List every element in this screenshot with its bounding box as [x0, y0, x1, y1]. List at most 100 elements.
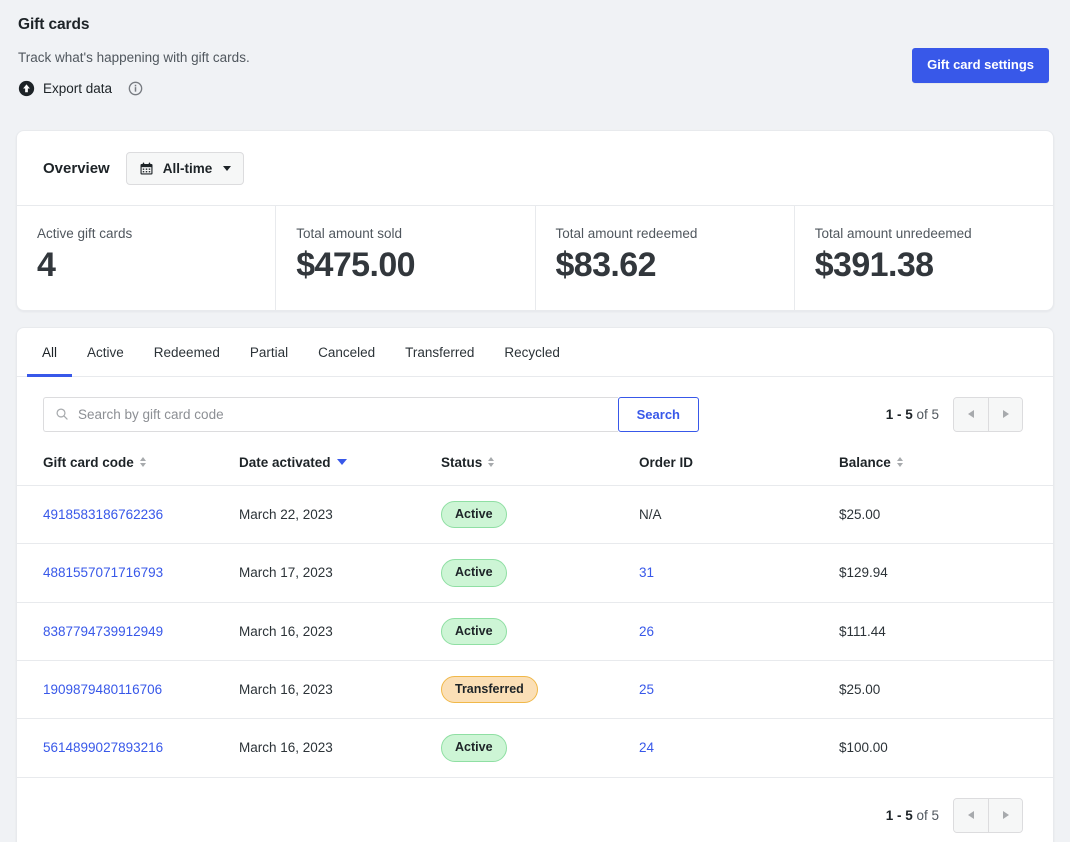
next-page-button[interactable]: [988, 798, 1022, 832]
chevron-left-icon: [968, 410, 974, 419]
cell-order-id: 26: [629, 602, 829, 661]
sort-gift-card-code[interactable]: Gift card code: [43, 455, 146, 470]
pagination-range: 1 - 5: [885, 406, 913, 422]
pagination-label: 1 - 5 of 5: [886, 808, 939, 823]
date-range-select[interactable]: All-time: [125, 152, 245, 185]
stat-value: $83.62: [555, 246, 657, 284]
cell-order-id: 25: [629, 660, 829, 720]
tab-active[interactable]: Active: [72, 329, 139, 377]
cell-balance: $129.94: [829, 543, 1053, 603]
next-page-button[interactable]: [988, 397, 1022, 431]
column-balance: Balance: [829, 448, 1053, 486]
sort-neutral-icon: [896, 457, 903, 468]
search-field[interactable]: [43, 396, 618, 432]
chevron-down-icon: [223, 166, 232, 171]
sort-date-activated[interactable]: Date activated: [239, 455, 347, 470]
pagination-top: 1 - 5 of 5: [886, 396, 1023, 432]
page-title: Gift cards: [18, 16, 90, 33]
gift-cards-table-card: All Active Redeemed Partial Canceled Tra…: [16, 326, 1054, 842]
pagination-label: 1 - 5 of 5: [886, 407, 939, 422]
search-button[interactable]: Search: [617, 396, 699, 432]
cell-status: Transferred: [431, 660, 629, 720]
gift-card-code-link[interactable]: 1909879480116706: [43, 682, 162, 697]
status-tabs: All Active Redeemed Partial Canceled Tra…: [17, 328, 1053, 377]
table-header-row: Gift card code Date activated Status Ord…: [17, 448, 1053, 486]
cell-date-activated: March 16, 2023: [229, 718, 431, 778]
order-id-link[interactable]: 31: [639, 565, 654, 580]
previous-page-button[interactable]: [954, 397, 988, 431]
table-head: Gift card code Date activated Status Ord…: [17, 448, 1053, 486]
status-badge: Active: [441, 734, 507, 762]
status-badge: Active: [441, 559, 507, 587]
cell-balance: $100.00: [829, 718, 1053, 778]
table-footer: 1 - 5 of 5: [17, 778, 1053, 842]
table-body: 4918583186762236 March 22, 2023 Active N…: [17, 485, 1053, 778]
search-group: Search: [43, 396, 699, 432]
overview-title: Overview: [43, 160, 110, 177]
cell-date-activated: March 16, 2023: [229, 660, 431, 720]
cell-status: Active: [431, 718, 629, 778]
gift-cards-table: Gift card code Date activated Status Ord…: [17, 448, 1053, 778]
tab-partial[interactable]: Partial: [235, 329, 303, 377]
gift-card-code-link[interactable]: 4918583186762236: [43, 507, 163, 522]
cell-gift-card-code: 5614899027893216: [17, 718, 229, 778]
search-icon: [55, 407, 69, 421]
sort-status[interactable]: Status: [441, 455, 495, 470]
overview-header: Overview All-time: [17, 131, 1053, 205]
info-icon[interactable]: [128, 81, 143, 96]
table-row: 4918583186762236 March 22, 2023 Active N…: [17, 485, 1053, 545]
tab-redeemed[interactable]: Redeemed: [139, 329, 235, 377]
sort-neutral-icon: [488, 457, 495, 468]
page-header: Gift cards Track what's happening with g…: [14, 0, 1056, 130]
column-status: Status: [431, 448, 629, 486]
tab-recycled[interactable]: Recycled: [489, 329, 575, 377]
stat-label: Active gift cards: [37, 226, 133, 241]
gift-card-code-link[interactable]: 4881557071716793: [43, 565, 163, 580]
table-toolbar: Search 1 - 5 of 5: [17, 377, 1053, 449]
status-badge: Active: [441, 500, 507, 529]
order-id-link[interactable]: 24: [639, 740, 654, 755]
table-row: 1909879480116706 March 16, 2023 Transfer…: [17, 660, 1053, 720]
tab-transferred[interactable]: Transferred: [390, 329, 489, 377]
cell-gift-card-code: 8387794739912949: [17, 602, 229, 661]
pagination-range: 1 - 5: [885, 807, 913, 823]
export-data-button[interactable]: Export data: [18, 80, 112, 97]
previous-page-button[interactable]: [954, 798, 988, 832]
cell-balance: $25.00: [829, 660, 1053, 720]
cell-date-activated: March 17, 2023: [229, 543, 431, 603]
cell-balance: $25.00: [829, 485, 1053, 545]
cell-gift-card-code: 4881557071716793: [17, 543, 229, 603]
order-id-link[interactable]: 25: [639, 682, 654, 697]
column-label: Order ID: [639, 454, 694, 470]
status-badge: Active: [441, 617, 507, 645]
gift-card-code-link[interactable]: 5614899027893216: [43, 740, 163, 755]
pagination-bottom: 1 - 5 of 5: [886, 797, 1023, 833]
pagination-total: of 5: [916, 807, 939, 823]
cell-balance: $111.44: [829, 602, 1053, 661]
cell-gift-card-code: 4918583186762236: [17, 485, 229, 545]
stat-value: $391.38: [814, 246, 934, 284]
search-input[interactable]: [78, 406, 607, 422]
column-label: Date activated: [239, 454, 331, 470]
stat-active-gift-cards: Active gift cards 4: [17, 206, 275, 310]
status-badge: Transferred: [441, 675, 538, 704]
tab-canceled[interactable]: Canceled: [303, 329, 390, 377]
cell-date-activated: March 22, 2023: [229, 485, 431, 545]
column-gift-card-code: Gift card code: [17, 448, 229, 486]
column-order-id-inner: Order ID: [639, 455, 693, 470]
column-label: Gift card code: [43, 454, 134, 470]
gift-card-settings-button[interactable]: Gift card settings: [912, 48, 1049, 83]
stat-total-amount-redeemed: Total amount redeemed $83.62: [534, 206, 794, 310]
export-data-label: Export data: [43, 81, 113, 96]
gift-card-code-link[interactable]: 8387794739912949: [43, 624, 163, 639]
calendar-icon: [139, 161, 154, 176]
stat-total-amount-unredeemed: Total amount unredeemed $391.38: [793, 206, 1053, 310]
pagination-buttons: [953, 797, 1023, 833]
cell-status: Active: [431, 485, 629, 545]
sort-balance[interactable]: Balance: [839, 455, 903, 470]
tab-all[interactable]: All: [27, 329, 73, 377]
column-date-activated: Date activated: [229, 448, 431, 486]
sort-descending-icon: [336, 459, 347, 466]
date-range-label: All-time: [162, 161, 213, 176]
order-id-link[interactable]: 26: [639, 624, 654, 639]
